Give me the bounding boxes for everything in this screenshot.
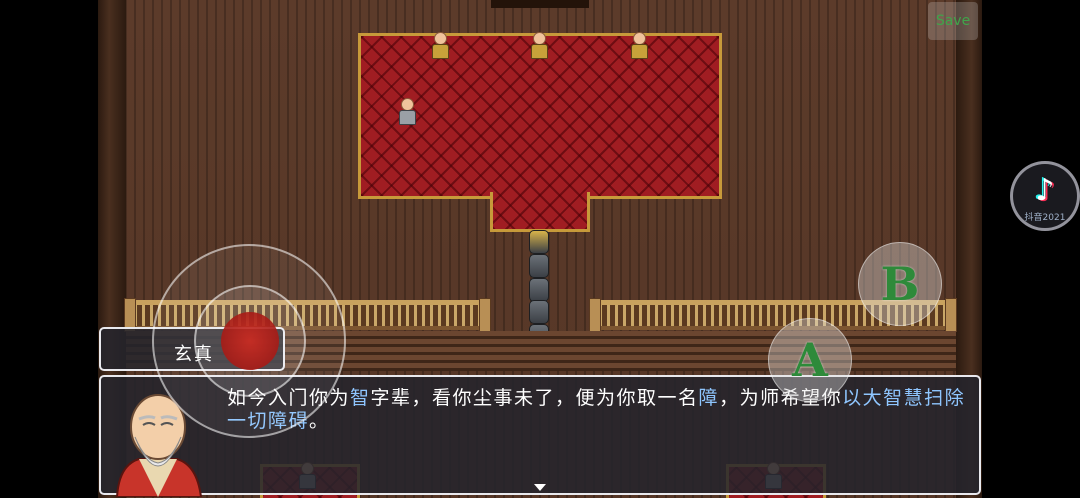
party-member-sprite (529, 254, 549, 278)
railing-post (479, 298, 491, 332)
a-button[interactable]: A (768, 318, 852, 402)
monk-npc[interactable] (431, 32, 449, 60)
red-carpet-extension (490, 192, 590, 232)
dialog-text-segment: 字辈，看你尘事未了，便为你取一名 (370, 387, 699, 409)
dialog-text: 如今入门你为智字辈，看你尘事未了，便为你取一名障，为师希望你以大智慧扫除一切障碍… (227, 387, 969, 433)
virtual-joystick-knob[interactable] (221, 312, 279, 370)
top-doorway (491, 0, 589, 8)
monk-npc-grey[interactable] (398, 98, 416, 126)
party-leader-sprite (529, 230, 549, 254)
dialog-highlight-text: 障 (698, 387, 720, 409)
dialog-highlight-text: 智 (350, 387, 371, 409)
tiktok-caption: 抖音2021 (1024, 213, 1066, 223)
monk-npc[interactable] (630, 32, 648, 60)
railing-post (945, 298, 957, 332)
b-button[interactable]: B (858, 242, 942, 326)
save-button[interactable]: Save (928, 2, 978, 40)
continue-arrow-icon[interactable] (534, 484, 546, 491)
monk-npc-elder[interactable] (530, 32, 548, 60)
railing-post (589, 298, 601, 332)
tiktok-icon[interactable]: ♪ 抖音2021 (1010, 161, 1080, 231)
party-member-sprite (529, 278, 549, 302)
party-member-sprite (529, 300, 549, 324)
tiktok-note-icon: ♪ (1035, 173, 1055, 208)
